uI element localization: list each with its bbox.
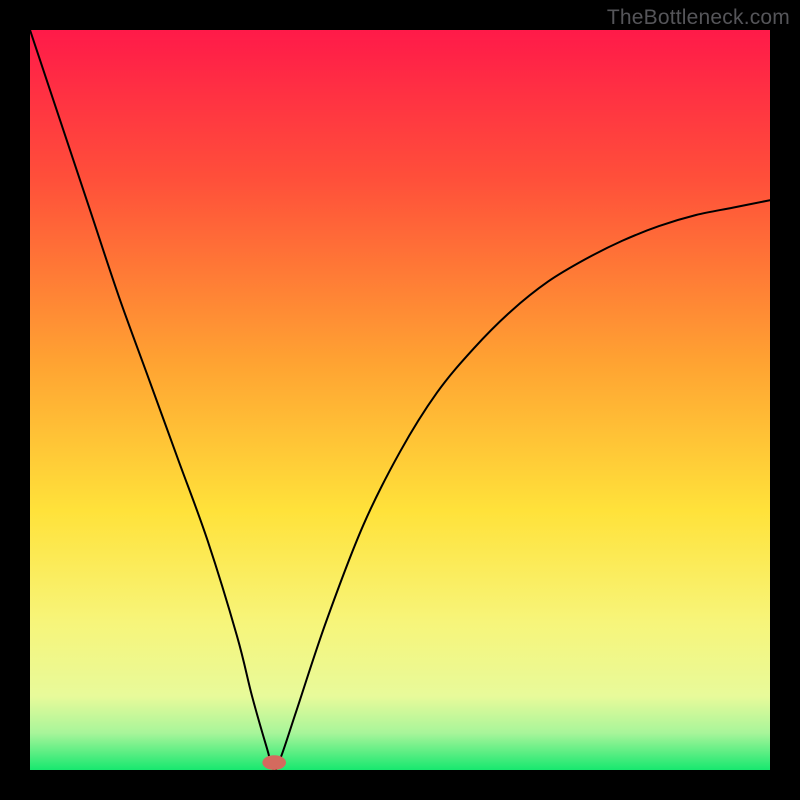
chart-svg: [30, 30, 770, 770]
chart-frame: TheBottleneck.com: [0, 0, 800, 800]
plot-area: [30, 30, 770, 770]
watermark-text: TheBottleneck.com: [607, 6, 790, 30]
minimum-marker-icon: [262, 755, 286, 770]
gradient-background: [30, 30, 770, 770]
